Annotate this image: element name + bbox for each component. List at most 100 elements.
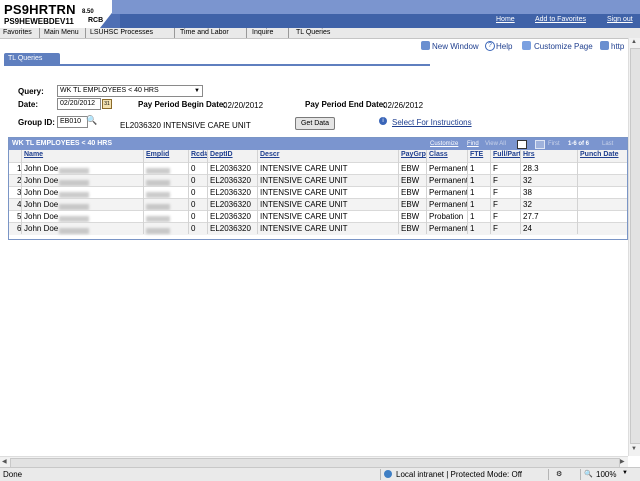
home-link[interactable]: Home <box>496 16 515 23</box>
help-icon[interactable]: ? <box>485 41 495 51</box>
grid-last-link[interactable]: Last <box>602 141 613 147</box>
group-id-label: Group ID: <box>18 118 55 127</box>
help-link[interactable]: Help <box>496 42 512 51</box>
redacted-name <box>59 226 89 235</box>
col-class[interactable]: Class <box>429 151 448 158</box>
full-part-value: F <box>493 176 498 185</box>
end-date-value: 02/26/2012 <box>383 101 424 110</box>
get-data-button[interactable]: Get Data <box>295 117 335 130</box>
employee-name: John Doe <box>24 188 59 197</box>
col-full-part[interactable]: Full/Part <box>493 151 521 158</box>
protected-mode-icon[interactable]: ⚙ <box>556 470 562 478</box>
employees-grid: WK TL EMPLOYEES < 40 HRS Customize Find … <box>8 137 628 240</box>
grid-customize-link[interactable]: Customize <box>430 141 458 147</box>
download-icon[interactable] <box>517 140 527 149</box>
nav-time-and-labor[interactable]: Time and Labor <box>180 29 229 36</box>
descr-value: INTENSIVE CARE UNIT <box>260 212 348 221</box>
add-to-favorites-link[interactable]: Add to Favorites <box>535 16 586 23</box>
begin-date-value: 02/20/2012 <box>223 101 264 110</box>
query-select[interactable]: WK TL EMPLOYEES < 40 HRS ▼ <box>57 85 203 97</box>
calendar-icon[interactable]: 31 <box>102 99 112 109</box>
scroll-up-icon[interactable]: ▲ <box>631 39 637 45</box>
vertical-scrollbar[interactable]: ▲ ▼ <box>628 38 640 456</box>
col-rcd[interactable]: Rcd# <box>191 151 208 158</box>
nav-separator <box>85 28 86 38</box>
new-window-icon[interactable] <box>421 41 430 50</box>
http-link[interactable]: http <box>611 42 624 51</box>
security-zone: Local intranet | Protected Mode: Off <box>396 470 522 479</box>
app-version: 8.50 <box>82 9 94 15</box>
table-row: 6 John Doe 0 EL2036320 INTENSIVE CARE UN… <box>9 222 627 235</box>
scroll-right-icon[interactable]: ▶ <box>620 458 625 465</box>
column-divider <box>143 150 144 234</box>
globe-icon <box>384 470 392 478</box>
nav-favorites[interactable]: Favorites <box>3 29 32 36</box>
descr-value: INTENSIVE CARE UNIT <box>260 164 348 173</box>
select-for-instructions-link[interactable]: Select For Instructions <box>392 118 472 127</box>
grid-find-link[interactable]: Find <box>467 141 479 147</box>
col-fte[interactable]: FTE <box>470 151 483 158</box>
group-id-input-value: EB010 <box>60 118 82 125</box>
nav-separator <box>288 28 289 38</box>
fte-value: 1 <box>470 212 475 221</box>
rcd-value: 0 <box>191 200 196 209</box>
column-divider <box>520 150 521 234</box>
employee-name: John Doe <box>24 176 59 185</box>
customize-page-link[interactable]: Customize Page <box>534 42 593 51</box>
fte-value: 1 <box>470 188 475 197</box>
info-icon: i <box>379 117 387 125</box>
group-id-input[interactable]: EB010 <box>57 116 88 128</box>
deptid-value: EL2036320 <box>210 164 251 173</box>
deptid-value: EL2036320 <box>210 224 251 233</box>
descr-value: INTENSIVE CARE UNIT <box>260 224 348 233</box>
col-paygrp[interactable]: PayGrp <box>401 151 426 158</box>
http-link-icon[interactable] <box>600 41 609 50</box>
paygrp-value: EBW <box>401 164 420 173</box>
hrs-value: 38 <box>523 188 532 197</box>
class-value: Permanent <box>429 188 469 197</box>
query-select-value: WK TL EMPLOYEES < 40 HRS <box>60 87 159 94</box>
date-input[interactable]: 02/20/2012 <box>57 98 101 110</box>
col-deptid[interactable]: DeptID <box>210 151 233 158</box>
hrs-value: 28.3 <box>523 164 539 173</box>
sign-out-link[interactable]: Sign out <box>607 16 633 23</box>
nav-tl-queries[interactable]: TL Queries <box>296 29 330 36</box>
column-divider <box>577 150 578 234</box>
nav-inquire[interactable]: Inquire <box>252 29 273 36</box>
grid-first-link[interactable]: First <box>548 141 560 147</box>
grid-view-all-link[interactable]: View All <box>485 141 506 147</box>
full-part-value: F <box>493 200 498 209</box>
lookup-search-icon[interactable]: 🔍 <box>86 115 97 126</box>
col-punch-date[interactable]: Punch Date <box>580 151 619 158</box>
rcd-value: 0 <box>191 224 196 233</box>
scroll-left-icon[interactable]: ◀ <box>2 458 7 465</box>
nav-main-menu[interactable]: Main Menu <box>44 29 79 36</box>
tab-tl-queries[interactable]: TL Queries <box>4 53 60 64</box>
column-divider <box>188 150 189 234</box>
employee-name: John Doe <box>24 212 59 221</box>
zoom-level[interactable]: 100% <box>596 470 616 479</box>
hrs-value: 32 <box>523 176 532 185</box>
chevron-down-icon[interactable]: ▼ <box>622 470 628 476</box>
paygrp-value: EBW <box>401 224 420 233</box>
paygrp-value: EBW <box>401 176 420 185</box>
grid-view-icon[interactable] <box>535 140 545 149</box>
col-descr[interactable]: Descr <box>260 151 279 158</box>
col-hrs[interactable]: Hrs <box>523 151 535 158</box>
column-divider <box>467 150 468 234</box>
customize-page-icon[interactable] <box>522 41 531 50</box>
app-header: PS9HRTRN 8.50 PS9HEWEBDEV11 RCB Home Add… <box>0 0 640 28</box>
deptid-value: EL2036320 <box>210 188 251 197</box>
chevron-down-icon: ▼ <box>194 88 200 94</box>
scroll-down-icon[interactable]: ▼ <box>631 446 637 452</box>
class-value: Permanent <box>429 224 469 233</box>
col-emplid[interactable]: Emplid <box>146 151 169 158</box>
begin-date-label: Pay Period Begin Date: <box>138 100 227 109</box>
scrollbar-thumb[interactable] <box>630 48 640 444</box>
full-part-value: F <box>493 164 498 173</box>
new-window-link[interactable]: New Window <box>432 42 479 51</box>
col-name[interactable]: Name <box>24 151 43 158</box>
deptid-value: EL2036320 <box>210 212 251 221</box>
nav-lsuhsc-processes[interactable]: LSUHSC Processes <box>90 29 153 36</box>
zoom-icon[interactable]: 🔍 <box>584 470 593 478</box>
